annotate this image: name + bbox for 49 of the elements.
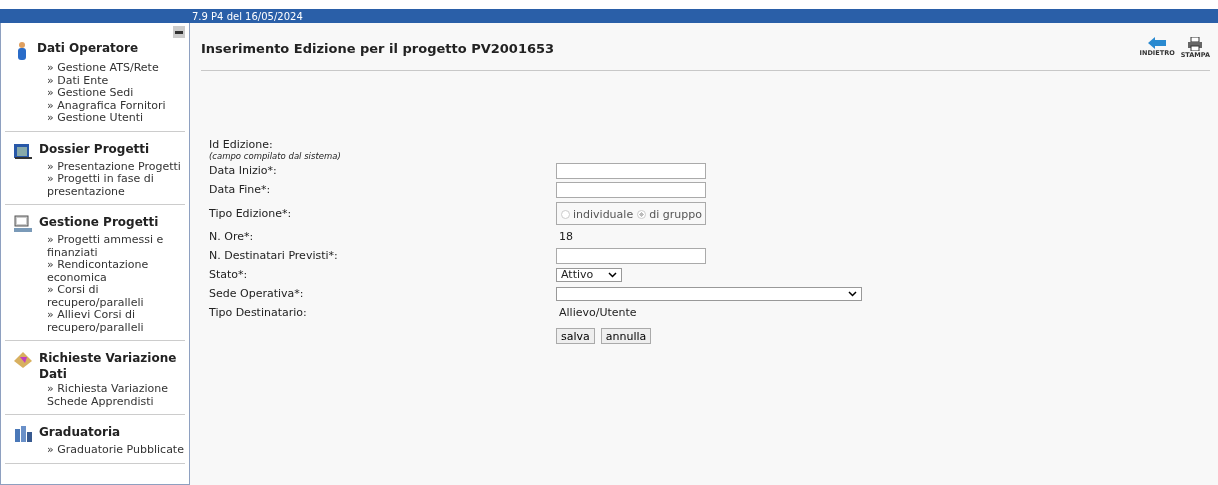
- folder-icon: [13, 141, 33, 160]
- field-note: (campo compilato dal sistema): [209, 151, 342, 161]
- arrow-icon: [1148, 37, 1167, 49]
- section-title: Richieste Variazione Dati: [39, 350, 178, 382]
- sidebar-link[interactable]: » Graduatorie Pubblicate: [13, 444, 185, 457]
- input-field[interactable]: [556, 181, 706, 198]
- field-label: N. Ore*:: [209, 230, 255, 243]
- sidebar-link[interactable]: » Dati Ente: [13, 74, 185, 87]
- section-title: Dati Operatore: [37, 40, 139, 56]
- status-select[interactable]: Attivo: [556, 267, 622, 282]
- sidebar-link[interactable]: » Rendicontazione economica: [13, 259, 185, 284]
- version-text: 7.9 P4 del 16/05/2024: [192, 10, 303, 22]
- section-title: Dossier Progetti: [39, 140, 150, 157]
- field-label: N. Destinatari Previsti*:: [209, 249, 339, 262]
- select-field[interactable]: [556, 286, 862, 301]
- field-value: Allievo/Utente: [558, 306, 637, 319]
- sidebar-link[interactable]: » Progetti ammessi e finanziati: [13, 234, 185, 259]
- section-title: Graduatoria: [39, 424, 121, 440]
- save-button[interactable]: salva: [556, 328, 595, 344]
- field-label: Data Inizio*:: [209, 164, 278, 177]
- field-label: Sede Operativa*:: [209, 287, 305, 300]
- sidebar-link[interactable]: » Gestione Utenti: [13, 112, 185, 125]
- field-value: 18: [558, 230, 573, 243]
- cancel-button[interactable]: annulla: [600, 328, 652, 344]
- field-label: Id Edizione:: [209, 138, 274, 151]
- input-field[interactable]: [556, 162, 706, 179]
- input-field[interactable]: [556, 247, 706, 264]
- chevron-icon: [608, 271, 617, 278]
- section-title: Gestione Progetti: [39, 214, 159, 230]
- field-label: Tipo Edizione*:: [209, 206, 293, 220]
- chevron-icon: [848, 290, 857, 297]
- pencil-icon: [13, 351, 33, 369]
- sidebar-link[interactable]: » Progetti in fase di presentazione: [13, 173, 185, 198]
- field-label: Stato*:: [209, 268, 249, 281]
- collapse-button[interactable]: [173, 26, 185, 38]
- page-title: Inserimento Edizione per il progetto PV2001653: [201, 40, 555, 56]
- field-label: Data Fine*:: [209, 183, 272, 196]
- minus-icon: [175, 30, 183, 34]
- chart-icon: [13, 425, 33, 443]
- sidebar-link[interactable]: » Richiesta Variazione Schede Apprendisti: [13, 383, 185, 408]
- sidebar-link[interactable]: » Allievi Corsi di recupero/paralleli: [13, 309, 185, 334]
- printer-icon: [1187, 37, 1204, 51]
- sidebar-link[interactable]: » Presentazione Progetti: [13, 160, 185, 173]
- field-label: Tipo Destinatario:: [209, 306, 308, 319]
- sidebar-link[interactable]: » Gestione ATS/Rete: [13, 62, 185, 75]
- sidebar-link[interactable]: » Gestione Sedi: [13, 87, 185, 100]
- sidebar-link[interactable]: » Corsi di recupero/paralleli: [13, 284, 185, 309]
- computer-icon: [13, 215, 33, 233]
- sidebar-link[interactable]: » Anagrafica Fornitori: [13, 99, 185, 112]
